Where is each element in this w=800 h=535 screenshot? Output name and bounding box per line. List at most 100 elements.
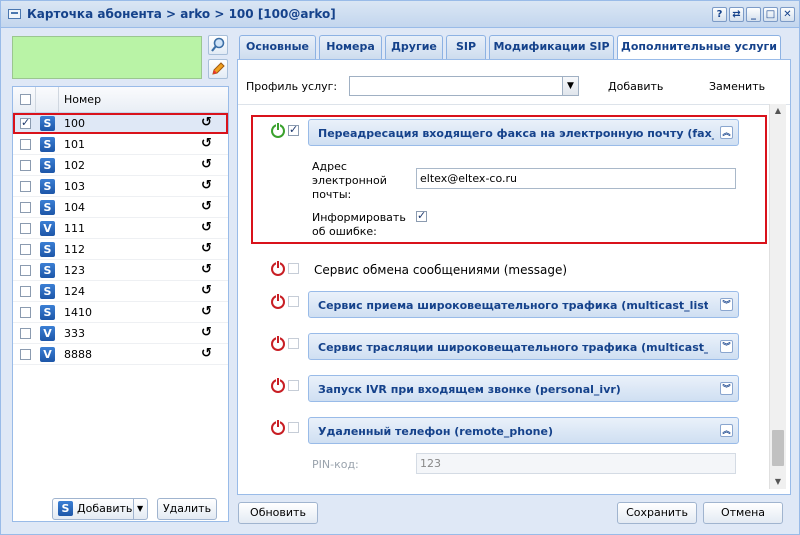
cancel-button[interactable]: Отмена bbox=[703, 502, 783, 524]
row-checkbox[interactable] bbox=[20, 244, 31, 255]
row-checkbox[interactable] bbox=[20, 223, 31, 234]
row-number: 100 bbox=[64, 117, 85, 130]
multicast-play-header[interactable]: Сервис трасляции широковещательного траф… bbox=[308, 333, 739, 360]
close-icon[interactable]: ✕ bbox=[780, 7, 795, 22]
history-icon[interactable]: ↺ bbox=[201, 241, 212, 256]
history-icon[interactable]: ↺ bbox=[201, 325, 212, 340]
maximize-icon[interactable]: □ bbox=[763, 7, 778, 22]
history-icon[interactable]: ↺ bbox=[201, 220, 212, 235]
table-row[interactable]: S 123 ↺ bbox=[13, 260, 228, 281]
ivr-service-title: Запуск IVR при входящем звонке (personal… bbox=[318, 383, 621, 396]
tab-other[interactable]: Другие bbox=[385, 35, 443, 59]
select-all-checkbox[interactable] bbox=[20, 94, 31, 105]
pin-field: 123 bbox=[416, 453, 736, 474]
chevron-down-icon[interactable]: ▼ bbox=[137, 499, 143, 519]
row-checkbox[interactable] bbox=[20, 286, 31, 297]
multicast-listen-title: Сервис приема широковещательного трафика… bbox=[318, 299, 708, 312]
table-row[interactable]: V 333 ↺ bbox=[13, 323, 228, 344]
ivr-service-header[interactable]: Запуск IVR при входящем звонке (personal… bbox=[308, 375, 739, 402]
history-icon[interactable]: ↺ bbox=[201, 262, 212, 277]
history-icon[interactable]: ↺ bbox=[201, 199, 212, 214]
inform-error-checkbox[interactable] bbox=[416, 209, 427, 222]
help-icon[interactable]: ? bbox=[712, 7, 727, 22]
fax-service-header[interactable]: Переадресация входящего факса на электро… bbox=[308, 119, 739, 146]
remote-phone-header[interactable]: Удаленный телефон (remote_phone) ︽ bbox=[308, 417, 739, 444]
column-header-number: Номер bbox=[64, 93, 102, 106]
search-button[interactable] bbox=[208, 35, 228, 55]
expand-icon[interactable]: ︾ bbox=[720, 340, 733, 353]
row-checkbox[interactable] bbox=[20, 116, 31, 129]
history-icon[interactable]: ↺ bbox=[201, 178, 212, 193]
power-off-icon[interactable] bbox=[271, 293, 285, 309]
scroll-down-icon[interactable]: ▼ bbox=[770, 475, 786, 489]
history-icon[interactable]: ↺ bbox=[201, 157, 212, 172]
fax-service-title: Переадресация входящего факса на электро… bbox=[318, 127, 714, 140]
sip-number-icon: S bbox=[40, 158, 55, 173]
multicast-listen-checkbox[interactable] bbox=[288, 296, 299, 307]
refresh-button[interactable]: Обновить bbox=[238, 502, 318, 524]
collapse-icon[interactable]: ︽ bbox=[720, 126, 733, 139]
power-off-icon[interactable] bbox=[271, 419, 285, 435]
table-row[interactable]: S 100 ↺ bbox=[13, 113, 228, 134]
tab-sip[interactable]: SIP bbox=[446, 35, 486, 59]
history-icon[interactable]: ↺ bbox=[201, 346, 212, 361]
email-field[interactable]: eltex@eltex-co.ru bbox=[416, 168, 736, 189]
tab-numbers[interactable]: Номера bbox=[319, 35, 382, 59]
replace-profile-button[interactable]: Заменить bbox=[709, 80, 765, 93]
ivr-service-checkbox[interactable] bbox=[288, 380, 299, 391]
vertical-scrollbar[interactable]: ▲ ▼ bbox=[769, 104, 786, 489]
sip-number-icon: S bbox=[40, 116, 55, 131]
multicast-listen-header[interactable]: Сервис приема широковещательного трафика… bbox=[308, 291, 739, 318]
save-button[interactable]: Сохранить bbox=[617, 502, 697, 524]
message-service-checkbox[interactable] bbox=[288, 263, 299, 274]
tab-additional-services[interactable]: Дополнительные услуги bbox=[617, 35, 781, 60]
row-checkbox[interactable] bbox=[20, 307, 31, 318]
collapse-icon[interactable]: ︽ bbox=[720, 424, 733, 437]
history-icon[interactable]: ↺ bbox=[201, 283, 212, 298]
multicast-play-checkbox[interactable] bbox=[288, 338, 299, 349]
table-row[interactable]: S 103 ↺ bbox=[13, 176, 228, 197]
refresh-icon[interactable]: ⇄ bbox=[729, 7, 744, 22]
chevron-down-icon[interactable]: ▼ bbox=[562, 77, 578, 95]
history-icon[interactable]: ↺ bbox=[201, 115, 212, 130]
row-number: 1410 bbox=[64, 306, 92, 319]
service-profile-select[interactable]: ▼ bbox=[349, 76, 579, 96]
table-row[interactable]: S 101 ↺ bbox=[13, 134, 228, 155]
history-icon[interactable]: ↺ bbox=[201, 304, 212, 319]
scroll-up-icon[interactable]: ▲ bbox=[770, 104, 786, 118]
table-row[interactable]: V 111 ↺ bbox=[13, 218, 228, 239]
row-checkbox[interactable] bbox=[20, 349, 31, 360]
history-icon[interactable]: ↺ bbox=[201, 136, 212, 151]
edit-button[interactable] bbox=[208, 59, 228, 79]
row-checkbox[interactable] bbox=[20, 181, 31, 192]
table-row[interactable]: S 102 ↺ bbox=[13, 155, 228, 176]
fax-service-checkbox[interactable] bbox=[288, 123, 299, 136]
table-row[interactable]: S 104 ↺ bbox=[13, 197, 228, 218]
table-row[interactable]: V 8888 ↺ bbox=[13, 344, 228, 365]
table-row[interactable]: S 112 ↺ bbox=[13, 239, 228, 260]
power-on-icon[interactable] bbox=[271, 122, 285, 138]
table-row[interactable]: S 1410 ↺ bbox=[13, 302, 228, 323]
row-checkbox[interactable] bbox=[20, 328, 31, 339]
power-off-icon[interactable] bbox=[271, 377, 285, 393]
tab-main[interactable]: Основные bbox=[239, 35, 316, 59]
row-checkbox[interactable] bbox=[20, 265, 31, 276]
delete-number-button[interactable]: Удалить bbox=[157, 498, 217, 520]
scrollbar-thumb[interactable] bbox=[772, 430, 784, 466]
expand-icon[interactable]: ︾ bbox=[720, 382, 733, 395]
row-checkbox[interactable] bbox=[20, 202, 31, 213]
power-off-icon[interactable] bbox=[271, 335, 285, 351]
remote-phone-checkbox[interactable] bbox=[288, 422, 299, 433]
email-label: Адрес электронной почты: bbox=[312, 160, 387, 201]
table-row[interactable]: S 124 ↺ bbox=[13, 281, 228, 302]
row-checkbox[interactable] bbox=[20, 139, 31, 150]
add-number-button[interactable]: S Добавить ▼ bbox=[52, 498, 148, 520]
minimize-icon[interactable]: _ bbox=[746, 7, 761, 22]
expand-icon[interactable]: ︾ bbox=[720, 298, 733, 311]
add-profile-button[interactable]: Добавить bbox=[608, 80, 663, 93]
row-checkbox[interactable] bbox=[20, 160, 31, 171]
status-indicator bbox=[12, 36, 202, 79]
tab-sip-modifications[interactable]: Модификации SIP bbox=[489, 35, 614, 59]
power-off-icon[interactable] bbox=[271, 260, 285, 276]
row-number: 124 bbox=[64, 285, 85, 298]
